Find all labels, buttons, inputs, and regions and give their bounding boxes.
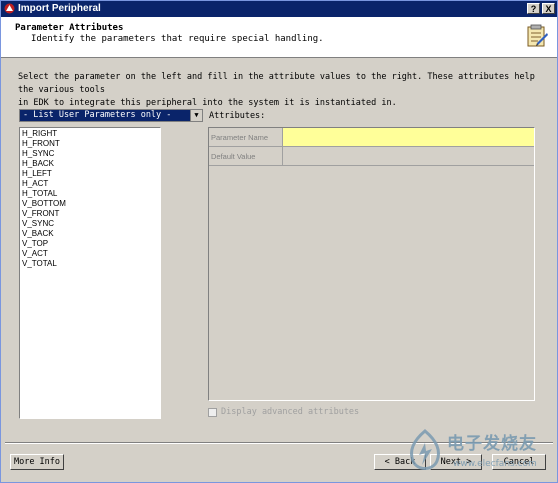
more-info-button[interactable]: More Info bbox=[10, 454, 64, 470]
parameter-list[interactable]: H_RIGHT H_FRONT H_SYNC H_BACK H_LEFT H_ACT H_T… bbox=[19, 127, 161, 419]
parameter-list-item[interactable]: H_TOTAL bbox=[22, 189, 160, 199]
parameter-list-item[interactable]: V_TOTAL bbox=[22, 259, 160, 269]
parameter-list-item[interactable]: V_SYNC bbox=[22, 219, 160, 229]
parameter-list-item[interactable]: V_ACT bbox=[22, 249, 160, 259]
parameter-list-item[interactable]: H_SYNC bbox=[22, 149, 160, 159]
attribute-name: Default Value bbox=[209, 147, 283, 166]
wizard-icon bbox=[527, 24, 548, 47]
advanced-attributes-checkbox[interactable] bbox=[208, 408, 217, 417]
parameter-list-item[interactable]: H_RIGHT bbox=[22, 129, 160, 139]
parameter-list-item[interactable]: H_BACK bbox=[22, 159, 160, 169]
parameter-list-item[interactable]: V_BACK bbox=[22, 229, 160, 239]
window-title: Import Peripheral bbox=[18, 3, 101, 14]
help-button[interactable]: ? bbox=[527, 3, 540, 14]
chevron-down-icon[interactable]: ▼ bbox=[190, 110, 202, 121]
parameter-list-item[interactable]: V_BOTTOM bbox=[22, 199, 160, 209]
watermark-url: www.elecfans.com bbox=[453, 459, 537, 469]
attributes-grid: Parameter Name Default Value bbox=[208, 127, 535, 401]
instructions-line-1: Select the parameter on the left and fil… bbox=[18, 72, 535, 95]
parameter-list-item[interactable]: H_FRONT bbox=[22, 139, 160, 149]
parameter-name-value-field[interactable] bbox=[283, 128, 534, 147]
watermark-text: 电子发烧友 bbox=[447, 434, 537, 454]
app-icon bbox=[4, 3, 15, 14]
attribute-row-default-value: Default Value bbox=[209, 147, 534, 166]
parameter-list-item[interactable]: V_TOP bbox=[22, 239, 160, 249]
page-subtitle: Identify the parameters that require spe… bbox=[31, 34, 324, 44]
watermark: 电子发烧友 www.elecfans.com bbox=[401, 423, 557, 481]
parameter-list-item[interactable]: H_ACT bbox=[22, 179, 160, 189]
import-peripheral-window: Import Peripheral ? X Parameter Attribut… bbox=[0, 0, 558, 483]
attributes-label: Attributes: bbox=[209, 111, 266, 121]
watermark-logo-icon bbox=[410, 429, 440, 470]
parameter-filter-dropdown[interactable]: - List User Parameters only - ▼ bbox=[19, 109, 203, 122]
parameter-list-item[interactable]: V_FRONT bbox=[22, 209, 160, 219]
page-title: Parameter Attributes bbox=[15, 23, 124, 33]
attribute-name: Parameter Name bbox=[209, 128, 283, 147]
close-button[interactable]: X bbox=[542, 3, 555, 14]
advanced-attributes-label: Display advanced attributes bbox=[221, 407, 360, 417]
attribute-row-parameter-name: Parameter Name bbox=[209, 128, 534, 147]
parameter-filter-value: - List User Parameters only - bbox=[23, 110, 172, 120]
instructions: Select the parameter on the left and fil… bbox=[18, 71, 538, 110]
title-bar: Import Peripheral ? X bbox=[1, 1, 557, 17]
parameter-list-item[interactable]: H_LEFT bbox=[22, 169, 160, 179]
default-value-field[interactable] bbox=[283, 147, 534, 166]
wizard-header: Parameter Attributes Identify the parame… bbox=[1, 17, 557, 58]
